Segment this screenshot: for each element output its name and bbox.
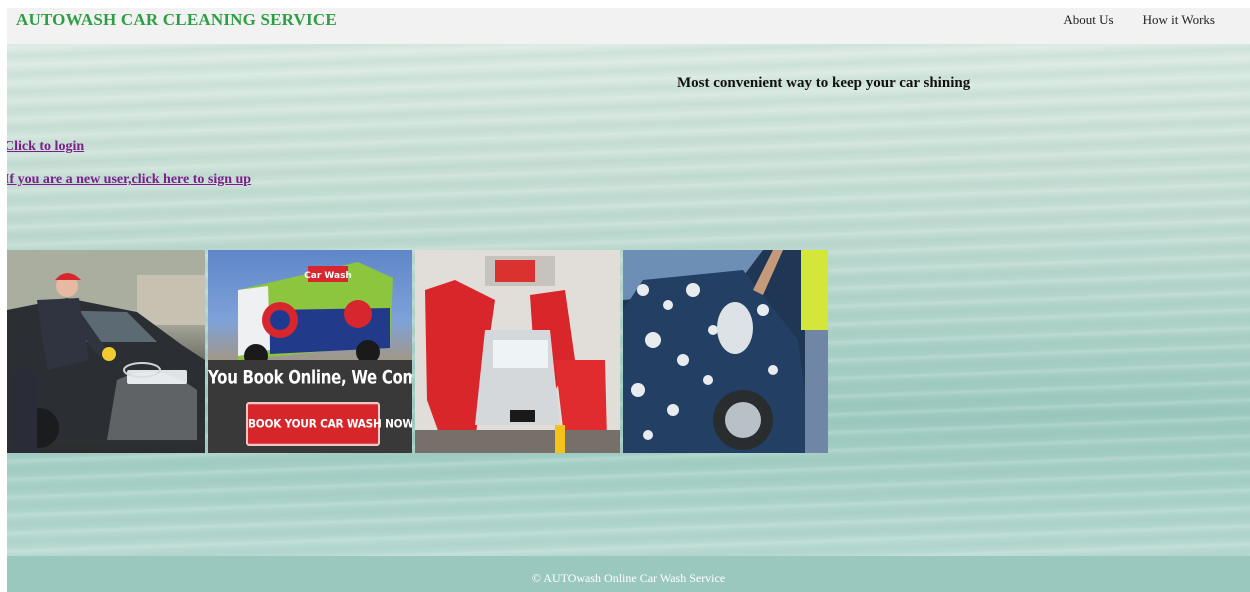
photo-man-washing-car (7, 250, 205, 453)
nav-how-it-works[interactable]: How it Works (1143, 12, 1215, 28)
photo-van-banner: Car Wash You Book Online, We Come to You… (208, 250, 412, 453)
car-wash-photo-1 (7, 250, 205, 453)
car-wash-tunnel-photo (415, 250, 620, 453)
van-brand-label: Car Wash (304, 271, 352, 281)
footer: © AUTOwash Online Car Wash Service (7, 556, 1250, 592)
brand-title: AUTOWASH CAR CLEANING SERVICE (16, 10, 337, 29)
banner-text: You Book Online, We Come to You (208, 365, 412, 389)
photo-gallery: Car Wash You Book Online, We Come to You… (7, 250, 828, 453)
tagline: Most convenient way to keep your car shi… (677, 75, 971, 91)
signup-link[interactable]: If you are a new user,click here to sign… (7, 172, 251, 188)
nav-links: About Us How it Works (1034, 12, 1215, 28)
book-car-wash-button[interactable]: BOOK YOUR CAR WASH NOW (246, 402, 412, 446)
login-link[interactable]: Click to login (7, 139, 84, 155)
photo-foam-car (623, 250, 828, 453)
photo-car-wash-tunnel (415, 250, 620, 453)
hero-section: Most convenient way to keep your car shi… (7, 44, 1250, 556)
foam-car-photo (623, 250, 828, 453)
footer-copyright: © AUTOwash Online Car Wash Service (531, 571, 726, 585)
nav-about-us[interactable]: About Us (1063, 12, 1113, 28)
top-navbar: AUTOWASH CAR CLEANING SERVICE About Us H… (7, 8, 1250, 44)
page-frame: AUTOWASH CAR CLEANING SERVICE About Us H… (7, 8, 1250, 592)
